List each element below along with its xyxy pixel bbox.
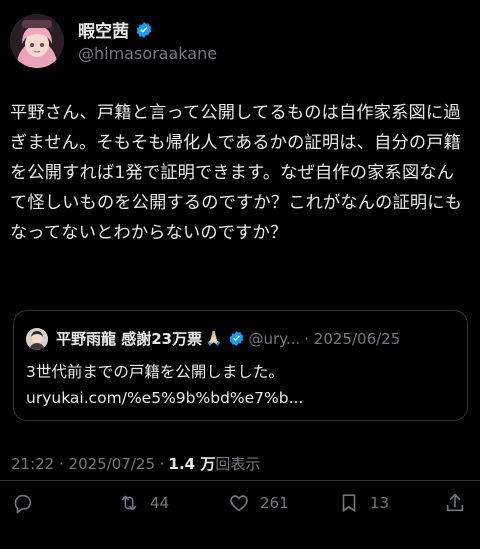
quoted-tweet-card[interactable]: 平野雨龍 感謝23万票 🙏🏻 @ury... · 2025/06/25 3世代前… — [13, 310, 468, 421]
share-icon — [446, 493, 464, 512]
tweet-timestamp[interactable]: 21:22 · 2025/07/25 · — [11, 455, 165, 473]
quoted-author-avatar — [26, 328, 48, 350]
heart-icon — [230, 495, 248, 512]
verified-badge-icon — [136, 21, 152, 38]
retweet-count: 44 — [150, 494, 170, 512]
reply-icon — [14, 494, 32, 514]
author-handle[interactable]: @himasoraakane — [78, 44, 217, 63]
bookmark-count: 13 — [370, 494, 390, 512]
quoted-link[interactable]: uryukai.com/%e5%9b%bd%e7%b... — [26, 385, 303, 411]
quoted-display-name: 平野雨龍 感謝23万票 — [56, 330, 203, 348]
share-button[interactable] — [444, 488, 466, 518]
tweet-text: 平野さん、戸籍と言って公開してるものは自作家系図に過ぎません。そもそも帰化人であ… — [10, 103, 463, 243]
bookmark-icon — [342, 494, 356, 513]
divider — [0, 480, 480, 481]
view-label: 回表示 — [215, 455, 261, 473]
reply-button[interactable] — [12, 488, 44, 518]
like-button[interactable]: 261 — [228, 488, 289, 518]
like-count: 261 — [260, 494, 289, 512]
author-display-name[interactable]: 暇空茜 — [78, 17, 129, 42]
view-count: 1.4 万 — [168, 455, 216, 473]
bookmark-button[interactable]: 13 — [338, 488, 389, 518]
quoted-verified-badge-icon — [229, 331, 243, 346]
retweet-button[interactable]: 44 — [118, 488, 169, 518]
quoted-date: · 2025/06/25 — [304, 329, 401, 348]
quoted-handle: @ury... — [248, 329, 301, 348]
tweet-meta: 21:22 · 2025/07/25 · 1.4 万 回表示 — [11, 453, 260, 474]
quoted-text: 3世代前までの戸籍を公開しました。 — [26, 363, 284, 381]
praying-hands-icon: 🙏🏻 — [205, 330, 223, 347]
retweet-icon — [121, 495, 137, 511]
action-bar: 44 261 13 — [0, 488, 480, 518]
author-avatar[interactable] — [10, 14, 64, 68]
